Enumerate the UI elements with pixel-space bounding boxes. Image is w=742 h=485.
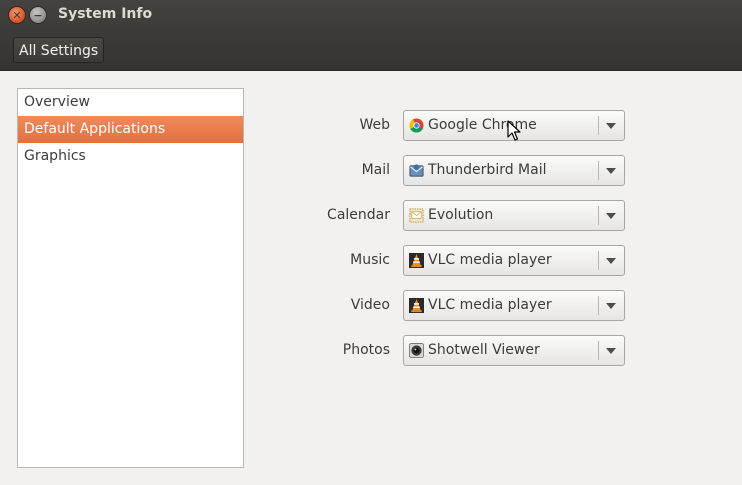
default-music-row: Music VLC media player xyxy=(260,245,630,276)
title-bar: ✕ − System Info xyxy=(0,0,742,31)
chevron-down-icon xyxy=(606,348,616,354)
sidebar-item-default-applications[interactable]: Default Applications xyxy=(18,116,243,143)
chrome-icon xyxy=(409,118,424,133)
combo-separator xyxy=(598,161,599,180)
window-title: System Info xyxy=(58,6,153,22)
music-value: VLC media player xyxy=(428,252,552,268)
combo-separator xyxy=(598,341,599,360)
chevron-down-icon xyxy=(606,168,616,174)
chevron-down-icon xyxy=(606,258,616,264)
combo-separator xyxy=(598,206,599,225)
mail-value: Thunderbird Mail xyxy=(428,162,547,178)
sidebar-item-overview[interactable]: Overview xyxy=(18,89,243,116)
minimize-window-button[interactable]: − xyxy=(30,7,46,23)
calendar-value: Evolution xyxy=(428,207,494,223)
shotwell-icon xyxy=(409,343,424,358)
vlc-icon xyxy=(409,298,424,313)
vlc-icon xyxy=(409,253,424,268)
mail-combo[interactable]: Thunderbird Mail xyxy=(403,155,625,186)
video-label: Video xyxy=(350,297,390,313)
calendar-combo[interactable]: Evolution xyxy=(403,200,625,231)
music-combo[interactable]: VLC media player xyxy=(403,245,625,276)
combo-separator xyxy=(598,116,599,135)
sidebar-list: Overview Default Applications Graphics xyxy=(17,88,244,468)
default-photos-row: Photos Shotwell Viewer xyxy=(260,335,630,366)
mail-label: Mail xyxy=(361,162,390,178)
minimize-icon: − xyxy=(33,8,43,22)
mouse-pointer-icon xyxy=(507,120,521,141)
default-calendar-row: Calendar Evolution xyxy=(260,200,630,231)
music-label: Music xyxy=(350,252,390,268)
sidebar-item-graphics[interactable]: Graphics xyxy=(18,143,243,170)
default-mail-row: Mail Thunderbird Mail xyxy=(260,155,630,186)
photos-value: Shotwell Viewer xyxy=(428,342,540,358)
photos-label: Photos xyxy=(342,342,390,358)
all-settings-button[interactable]: All Settings xyxy=(13,37,105,63)
chevron-down-icon xyxy=(606,123,616,129)
web-label: Web xyxy=(359,117,390,133)
close-icon: ✕ xyxy=(12,8,22,22)
video-value: VLC media player xyxy=(428,297,552,313)
chevron-down-icon xyxy=(606,213,616,219)
calendar-label: Calendar xyxy=(327,207,390,223)
combo-separator xyxy=(598,251,599,270)
thunderbird-icon xyxy=(409,164,424,177)
evolution-icon xyxy=(409,208,424,223)
video-combo[interactable]: VLC media player xyxy=(403,290,625,321)
default-web-row: Web Google Chrome xyxy=(260,110,630,141)
combo-separator xyxy=(598,296,599,315)
photos-combo[interactable]: Shotwell Viewer xyxy=(403,335,625,366)
close-window-button[interactable]: ✕ xyxy=(9,7,25,23)
chevron-down-icon xyxy=(606,303,616,309)
default-video-row: Video VLC media player xyxy=(260,290,630,321)
toolbar: All Settings xyxy=(0,31,742,71)
